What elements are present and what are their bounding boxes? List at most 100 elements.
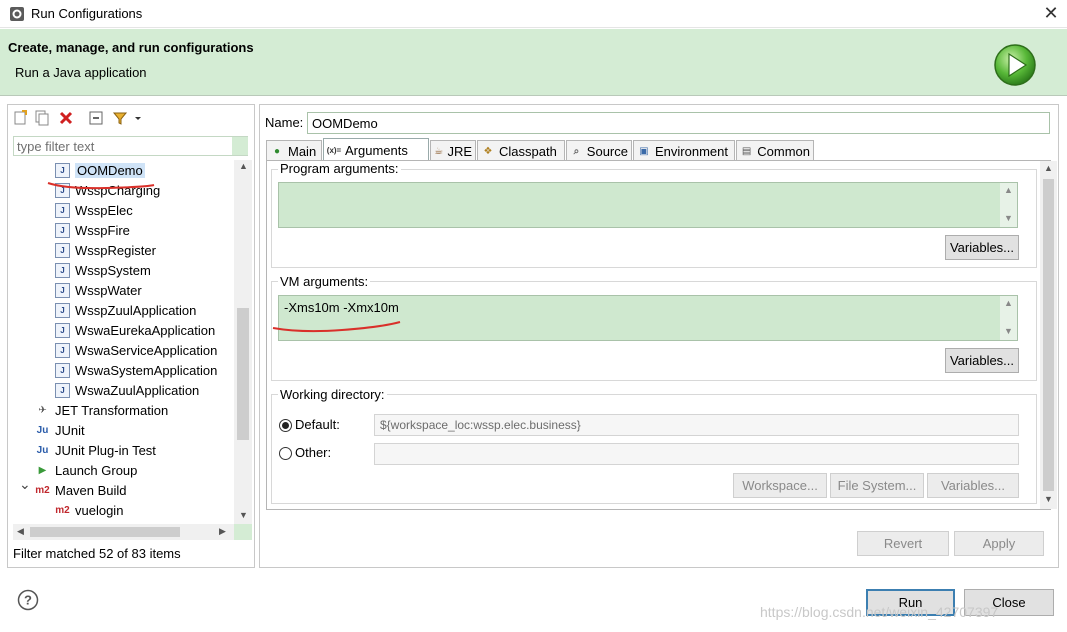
java-app-icon: J bbox=[55, 202, 70, 218]
tab-jre[interactable]: ☕ JRE bbox=[430, 140, 476, 161]
scroll-left-icon[interactable]: ◀ bbox=[17, 526, 24, 537]
launch-group-icon: ▶ bbox=[38, 464, 47, 476]
tree-item[interactable]: J WsspFire bbox=[55, 220, 130, 240]
scroll-up-icon[interactable]: ▲ bbox=[1004, 298, 1013, 308]
tree-item-label: OOMDemo bbox=[75, 162, 145, 178]
config-editor-panel: Name: ●Main(x)=Arguments☕JRE❖Classpath⌕S… bbox=[259, 104, 1059, 568]
collapse-all-icon[interactable] bbox=[88, 110, 104, 126]
junit-icon: Ju bbox=[36, 444, 49, 456]
scroll-right-icon[interactable]: ▶ bbox=[219, 526, 226, 537]
delete-icon[interactable] bbox=[58, 110, 74, 126]
tree-item-label: WswaEurekaApplication bbox=[75, 322, 216, 338]
filter-clear-area[interactable] bbox=[232, 137, 248, 155]
junit-icon: Ju bbox=[36, 424, 49, 436]
tree-item[interactable]: J WsspZuulApplication bbox=[55, 300, 196, 320]
config-list-panel: JOOMDemoJWsspChargingJWsspElecJWsspFireJ… bbox=[7, 104, 255, 568]
eclipse-app-icon bbox=[10, 7, 24, 21]
tree-item-label: WsspRegister bbox=[75, 242, 156, 258]
default-radio-label: Default: bbox=[295, 417, 340, 432]
name-label: Name: bbox=[265, 115, 304, 130]
tree-item-label: WswaSystemApplication bbox=[75, 362, 218, 378]
tab-label: Environment bbox=[655, 143, 728, 159]
tree-item[interactable]: J WswaZuulApplication bbox=[55, 380, 199, 400]
working-dir-variables-button[interactable]: Variables... bbox=[927, 473, 1019, 498]
tree-item[interactable]: ▶ Launch Group bbox=[35, 460, 138, 480]
scroll-up-icon[interactable]: ▲ bbox=[1004, 185, 1013, 195]
help-icon[interactable]: ? bbox=[17, 589, 39, 611]
tab-source[interactable]: ⌕ Source bbox=[566, 140, 632, 161]
filter-icon[interactable] bbox=[112, 110, 128, 126]
tree-item[interactable]: J WswaServiceApplication bbox=[55, 340, 217, 360]
tree-item[interactable]: J WsspRegister bbox=[55, 240, 156, 260]
tree-item[interactable]: ✈ JET Transformation bbox=[35, 400, 168, 420]
config-name-field[interactable] bbox=[307, 112, 1050, 134]
title-bar bbox=[0, 0, 1067, 28]
tab-label: Common bbox=[757, 143, 810, 159]
vm-args-variables-button[interactable]: Variables... bbox=[945, 348, 1019, 373]
close-window-icon[interactable]: ✕ bbox=[1041, 3, 1061, 23]
tree-item[interactable]: J WsspElec bbox=[55, 200, 133, 220]
java-app-icon: J bbox=[55, 242, 70, 258]
default-directory-field: ${workspace_loc:wssp.elec.business} bbox=[374, 414, 1019, 436]
config-tree: J OOMDemo J WsspCharging J WsspElec J WsspFire J… bbox=[8, 160, 234, 524]
new-config-icon[interactable] bbox=[12, 110, 28, 126]
duplicate-icon[interactable] bbox=[34, 110, 50, 126]
tree-item[interactable]: m2 vuelogin bbox=[55, 500, 123, 520]
tree-item[interactable]: J WsspWater bbox=[55, 280, 142, 300]
hscroll-thumb[interactable] bbox=[30, 527, 180, 537]
apply-button[interactable]: Apply bbox=[954, 531, 1044, 556]
scroll-down-icon[interactable]: ▼ bbox=[1004, 326, 1013, 336]
program-arguments-field[interactable]: ▲ ▼ bbox=[278, 182, 1018, 228]
tree-item[interactable]: Ju JUnit bbox=[35, 420, 85, 440]
working-directory-label: Working directory: bbox=[278, 387, 387, 402]
workspace-button[interactable]: Workspace... bbox=[733, 473, 827, 498]
filter-input[interactable] bbox=[13, 136, 248, 156]
tree-item[interactable]: Ju JUnit Plug-in Test bbox=[35, 440, 156, 460]
default-radio[interactable] bbox=[279, 419, 292, 432]
maven-icon: m2 bbox=[55, 504, 70, 516]
vm-args-scrollbar[interactable]: ▲ ▼ bbox=[1000, 296, 1017, 340]
java-app-icon: J bbox=[55, 262, 70, 278]
other-directory-field[interactable] bbox=[374, 443, 1019, 465]
java-app-icon: J bbox=[55, 302, 70, 318]
tree-item[interactable]: ⌄ m2 Maven Build bbox=[19, 476, 127, 500]
scroll-up-icon[interactable]: ▲ bbox=[1044, 163, 1053, 173]
dropdown-icon[interactable] bbox=[133, 110, 143, 126]
tab-classpath[interactable]: ❖ Classpath bbox=[477, 140, 565, 161]
tree-item[interactable]: J WswaSystemApplication bbox=[55, 360, 217, 380]
tree-item[interactable]: J WswaEurekaApplication bbox=[55, 320, 215, 340]
scroll-thumb[interactable] bbox=[237, 308, 249, 440]
tab-label: JRE bbox=[447, 143, 472, 159]
tree-item-label: WsspZuulApplication bbox=[75, 302, 197, 318]
vm-arguments-label: VM arguments: bbox=[278, 274, 371, 289]
other-radio[interactable] bbox=[279, 447, 292, 460]
scroll-up-icon[interactable]: ▲ bbox=[239, 161, 248, 171]
tree-horizontal-scrollbar[interactable]: ◀ ▶ bbox=[13, 524, 234, 540]
scroll-down-icon[interactable]: ▼ bbox=[1004, 213, 1013, 223]
chevron-down-icon[interactable]: ⌄ bbox=[19, 476, 31, 493]
tree-item[interactable]: J OOMDemo bbox=[55, 160, 145, 180]
red-underline-annotation bbox=[272, 321, 401, 333]
scroll-thumb[interactable] bbox=[1043, 179, 1054, 491]
maven-icon: m2 bbox=[35, 484, 50, 496]
tree-item[interactable]: J WsspSystem bbox=[55, 260, 151, 280]
java-app-icon: J bbox=[55, 282, 70, 298]
tab-content-scrollbar[interactable]: ▲ ▼ bbox=[1040, 161, 1057, 509]
file-system-button[interactable]: File System... bbox=[830, 473, 924, 498]
tree-item-label: WsspWater bbox=[75, 282, 142, 298]
revert-button[interactable]: Revert bbox=[857, 531, 949, 556]
tab-environment[interactable]: ▣ Environment bbox=[633, 140, 735, 161]
jre-tab-icon: ☕ bbox=[434, 145, 444, 157]
program-args-variables-button[interactable]: Variables... bbox=[945, 235, 1019, 260]
tab-arguments[interactable]: (x)= Arguments bbox=[323, 138, 429, 161]
java-app-icon: J bbox=[55, 342, 70, 358]
tab-main[interactable]: ● Main bbox=[266, 140, 322, 161]
tree-item-label: WsspFire bbox=[75, 222, 130, 238]
tab-common[interactable]: ▤ Common bbox=[736, 140, 814, 161]
scroll-down-icon[interactable]: ▼ bbox=[239, 510, 248, 520]
program-args-scrollbar[interactable]: ▲ ▼ bbox=[1000, 183, 1017, 227]
scroll-down-icon[interactable]: ▼ bbox=[1044, 494, 1053, 504]
tree-item-label: JET Transformation bbox=[55, 402, 169, 418]
tree-vertical-scrollbar[interactable]: ▲ ▼ bbox=[234, 160, 252, 524]
java-app-icon: J bbox=[55, 362, 70, 378]
